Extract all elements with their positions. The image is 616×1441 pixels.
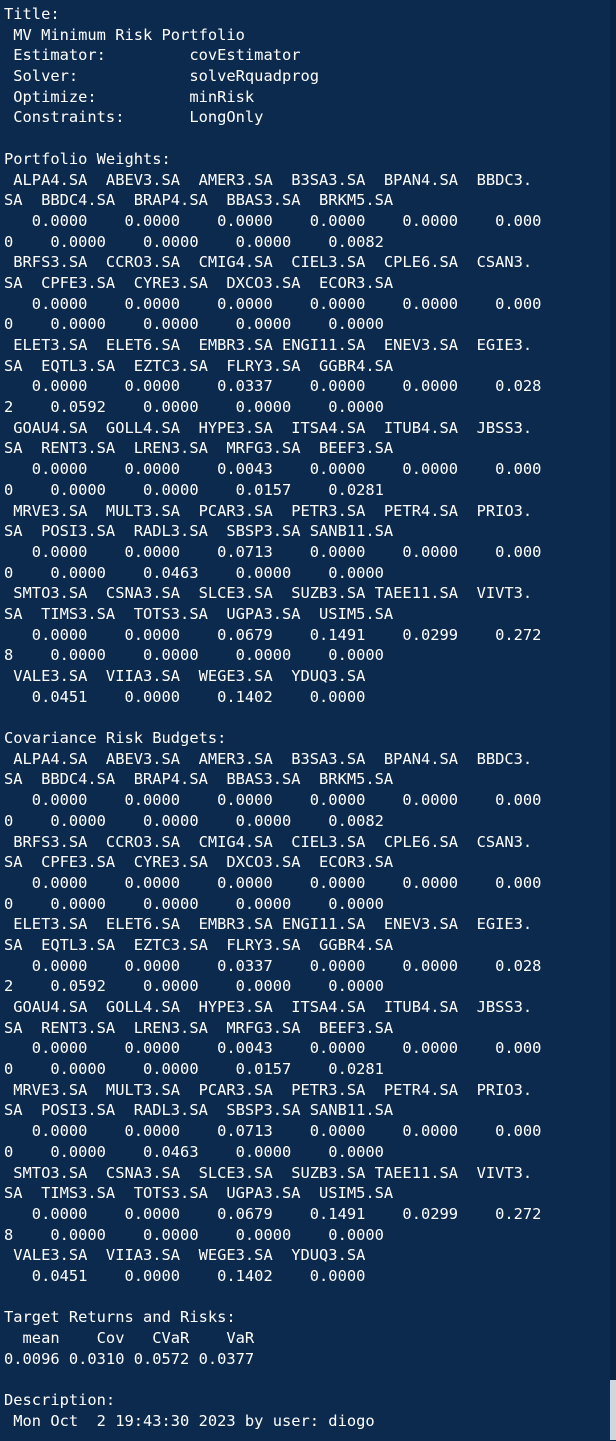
console-line: 0.0000 0.0000 0.0043 0.0000 0.0000 0.000 (4, 460, 542, 479)
console-line: 0.0000 0.0000 0.0337 0.0000 0.0000 0.028 (4, 956, 542, 975)
console-line: 0 0.0000 0.0000 0.0000 0.0082 (4, 811, 384, 830)
console-line: MV Minimum Risk Portfolio (4, 25, 245, 44)
console-line: ELET3.SA ELET6.SA EMBR3.SA ENGI11.SA ENE… (4, 915, 533, 934)
console-line: 0.0000 0.0000 0.0000 0.0000 0.0000 0.000 (4, 294, 542, 313)
console-line: ALPA4.SA ABEV3.SA AMER3.SA B3SA3.SA BPAN… (4, 749, 533, 768)
console-line: 2 0.0592 0.0000 0.0000 0.0000 (4, 398, 384, 417)
console-line: SA POSI3.SA RADL3.SA SBSP3.SA SANB11.SA (4, 522, 394, 541)
console-line: 2 0.0592 0.0000 0.0000 0.0000 (4, 977, 384, 996)
console-line: VALE3.SA VIIA3.SA WEGE3.SA YDUQ3.SA (4, 667, 366, 685)
console-line: SA EQTL3.SA EZTC3.SA FLRY3.SA GGBR4.SA (4, 356, 394, 375)
console-line: GOAU4.SA GOLL4.SA HYPE3.SA ITSA4.SA ITUB… (4, 998, 533, 1016)
console-line: Constraints: LongOnly (4, 108, 264, 127)
console-line: 0.0000 0.0000 0.0713 0.0000 0.0000 0.000 (4, 542, 542, 561)
console-line: SA TIMS3.SA TOTS3.SA UGPA3.SA USIM5.SA (4, 1184, 394, 1203)
console-line: Title: (4, 5, 60, 23)
console-line: 0 0.0000 0.0463 0.0000 0.0000 (4, 1142, 384, 1161)
console-line: 0 0.0000 0.0000 0.0157 0.0281 (4, 1060, 384, 1079)
console-line: 0 0.0000 0.0463 0.0000 0.0000 (4, 563, 384, 582)
console-line: Solver: solveRquadprog (4, 67, 320, 86)
console-line: 0 0.0000 0.0000 0.0000 0.0082 (4, 232, 384, 251)
console-line: 0 0.0000 0.0000 0.0000 0.0000 (4, 894, 384, 913)
console-line: SA RENT3.SA LREN3.SA MRFG3.SA BEEF3.SA (4, 439, 394, 458)
console-line: BRFS3.SA CCRO3.SA CMIG4.SA CIEL3.SA CPLE… (4, 832, 533, 851)
console-line: Portfolio Weights: (4, 149, 171, 168)
console-line: SA CPFE3.SA CYRE3.SA DXCO3.SA ECOR3.SA (4, 853, 394, 872)
scrollbar-thumb[interactable] (610, 1380, 616, 1440)
console-line: ALPA4.SA ABEV3.SA AMER3.SA B3SA3.SA BPAN… (4, 170, 533, 189)
console-line: 0.0000 0.0000 0.0000 0.0000 0.0000 0.000 (4, 873, 542, 892)
console-line: 0.0451 0.0000 0.1402 0.0000 (4, 687, 366, 706)
console-line: 0.0000 0.0000 0.0679 0.1491 0.0299 0.272 (4, 625, 542, 644)
console-line: Covariance Risk Budgets: (4, 729, 227, 748)
console-line: SA BBDC4.SA BRAP4.SA BBAS3.SA BRKM5.SA (4, 770, 394, 789)
console-line: ELET3.SA ELET6.SA EMBR3.SA ENGI11.SA ENE… (4, 336, 533, 354)
console-line: Optimize: minRisk (4, 87, 255, 106)
console-line: SA RENT3.SA LREN3.SA MRFG3.SA BEEF3.SA (4, 1018, 394, 1037)
console-line: 0.0000 0.0000 0.0000 0.0000 0.0000 0.000 (4, 791, 542, 810)
console-line: SA BBDC4.SA BRAP4.SA BBAS3.SA BRKM5.SA (4, 191, 394, 210)
console-line: SMTO3.SA CSNA3.SA SLCE3.SA SUZB3.SA TAEE… (4, 584, 533, 603)
console-line: SA POSI3.SA RADL3.SA SBSP3.SA SANB11.SA (4, 1101, 394, 1120)
console-line: 0.0000 0.0000 0.0043 0.0000 0.0000 0.000 (4, 1039, 542, 1058)
console-line: MRVE3.SA MULT3.SA PCAR3.SA PETR3.SA PETR… (4, 501, 533, 520)
console-line: Mon Oct 2 19:43:30 2023 by user: diogo (4, 1411, 375, 1430)
console-line: 0.0000 0.0000 0.0679 0.1491 0.0299 0.272 (4, 1204, 542, 1223)
console-line: 0.0000 0.0000 0.0000 0.0000 0.0000 0.000 (4, 211, 542, 230)
console-line: 0.0451 0.0000 0.1402 0.0000 (4, 1266, 366, 1285)
console-line: 0.0000 0.0000 0.0337 0.0000 0.0000 0.028 (4, 377, 542, 396)
console-line: mean Cov CVaR VaR (4, 1329, 255, 1347)
console-line: SMTO3.SA CSNA3.SA SLCE3.SA SUZB3.SA TAEE… (4, 1163, 533, 1182)
console-line: 0.0000 0.0000 0.0713 0.0000 0.0000 0.000 (4, 1122, 542, 1141)
console-line: SA CPFE3.SA CYRE3.SA DXCO3.SA ECOR3.SA (4, 273, 394, 292)
console-line: SA EQTL3.SA EZTC3.SA FLRY3.SA GGBR4.SA (4, 935, 394, 954)
console-line: MRVE3.SA MULT3.SA PCAR3.SA PETR3.SA PETR… (4, 1080, 533, 1099)
console-line: 8 0.0000 0.0000 0.0000 0.0000 (4, 646, 384, 665)
console-line: 0 0.0000 0.0000 0.0000 0.0000 (4, 315, 384, 334)
console-output-pane: Title: MV Minimum Risk Portfolio Estimat… (0, 0, 610, 1441)
console-line: Target Returns and Risks: (4, 1308, 236, 1327)
console-line: VALE3.SA VIIA3.SA WEGE3.SA YDUQ3.SA (4, 1246, 366, 1265)
console-line: BRFS3.SA CCRO3.SA CMIG4.SA CIEL3.SA CPLE… (4, 253, 533, 272)
console-line: 0 0.0000 0.0000 0.0157 0.0281 (4, 480, 384, 499)
console-line: 8 0.0000 0.0000 0.0000 0.0000 (4, 1225, 384, 1244)
console-line: GOAU4.SA GOLL4.SA HYPE3.SA ITSA4.SA ITUB… (4, 418, 533, 437)
vertical-scrollbar[interactable] (610, 0, 616, 1441)
console-line: SA TIMS3.SA TOTS3.SA UGPA3.SA USIM5.SA (4, 604, 394, 623)
console-text: Title: MV Minimum Risk Portfolio Estimat… (0, 0, 610, 1431)
console-line: Description: (4, 1391, 116, 1410)
console-line: Estimator: covEstimator (4, 46, 301, 65)
console-line: 0.0096 0.0310 0.0572 0.0377 (4, 1349, 255, 1368)
